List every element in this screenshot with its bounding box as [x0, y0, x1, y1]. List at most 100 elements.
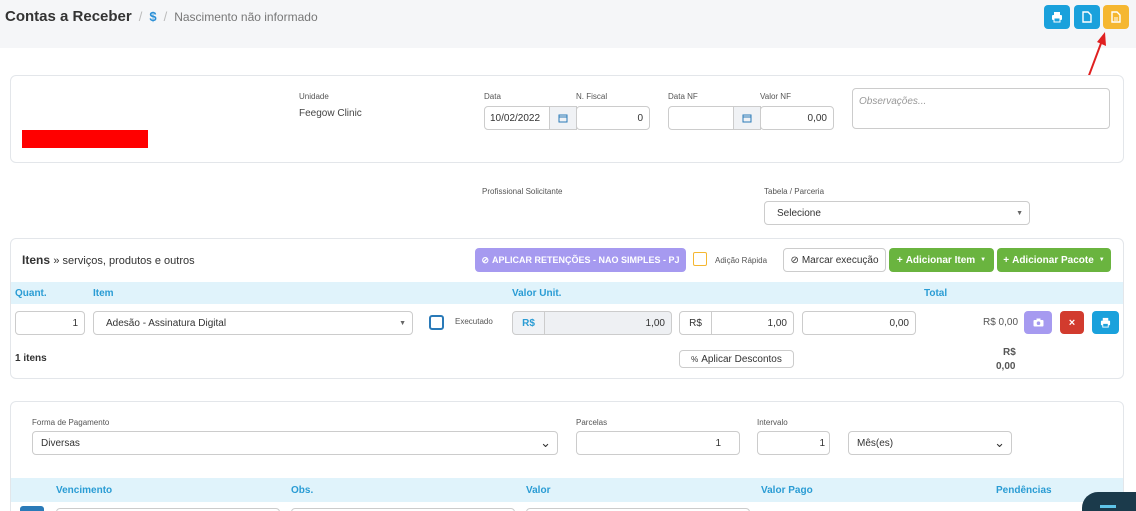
col-pendencias: Pendências	[996, 485, 1052, 496]
unit-value: 1,00	[645, 317, 665, 329]
observacoes-textarea[interactable]: Observações...	[852, 88, 1110, 129]
items-count: 1 itens	[15, 353, 47, 364]
print-row-button[interactable]	[1092, 311, 1119, 334]
apply-retention-button[interactable]: ⊘ APLICAR RETENÇÕES - NAO SIMPLES - PJ	[475, 248, 686, 272]
print-button[interactable]	[1044, 5, 1070, 29]
col-item: Item	[93, 288, 114, 299]
caret-down-icon: ▼	[1098, 257, 1105, 263]
print-icon	[1100, 317, 1111, 328]
items-title: Itens	[22, 253, 51, 267]
installments-header	[11, 478, 1123, 502]
dollar-icon[interactable]: $	[149, 9, 156, 24]
qty-input[interactable]: 1	[15, 311, 85, 335]
datanf-calendar-button[interactable]	[733, 106, 761, 130]
value-2: 1,00	[767, 317, 787, 329]
periodo-value: Mês(es)	[857, 437, 894, 449]
add-item-button[interactable]: + Adicionar Item ▼	[889, 248, 994, 272]
remove-button[interactable]: ×	[1060, 311, 1084, 334]
apply-retention-label: APLICAR RETENÇÕES - NAO SIMPLES - PJ	[492, 255, 680, 265]
observacoes-placeholder: Observações...	[859, 96, 927, 107]
breadcrumb-separator: /	[138, 9, 143, 24]
intervalo-input[interactable]: 1	[757, 431, 830, 455]
quick-add-checkbox[interactable]	[693, 252, 707, 266]
chat-icon	[1100, 505, 1116, 508]
add-package-button[interactable]: + Adicionar Pacote ▼	[997, 248, 1111, 272]
col-obs: Obs.	[291, 485, 314, 496]
data-calendar-button[interactable]	[549, 106, 577, 130]
qty-value: 1	[72, 317, 78, 329]
item-select[interactable]: Adesão - Assinatura Digital ▼	[93, 311, 413, 335]
breadcrumb-patient: Nascimento não informado	[174, 9, 318, 24]
grand-total-value: 0,00	[996, 361, 1016, 372]
nfiscal-input[interactable]: 0	[576, 106, 650, 130]
nfiscal-label: N. Fiscal	[576, 92, 608, 101]
chat-widget-button[interactable]	[1082, 492, 1136, 511]
discount-input[interactable]: 0,00	[802, 311, 916, 335]
plus-icon: +	[1003, 254, 1010, 266]
parcelas-value: 1	[715, 437, 721, 449]
executed-checkbox[interactable]	[429, 315, 444, 330]
calendar-icon	[742, 114, 752, 123]
items-heading: Itens » serviços, produtos e outros	[22, 253, 195, 267]
caret-down-icon: ▼	[980, 257, 987, 263]
breadcrumb: Contas a Receber / $ / Nascimento não in…	[5, 8, 318, 25]
print-icon	[1052, 12, 1062, 23]
mark-execution-button[interactable]: ⊘ Marcar execução	[783, 248, 886, 272]
executed-label: Executado	[455, 317, 493, 326]
col-qty: Quant.	[15, 288, 47, 299]
receipt-button[interactable]	[1103, 5, 1129, 29]
page-title: Contas a Receber	[5, 8, 132, 25]
datanf-field[interactable]	[668, 106, 734, 130]
currency-addon: R$	[512, 311, 545, 335]
forma-select[interactable]: Diversas ⌄	[32, 431, 558, 455]
tabela-select[interactable]: Selecione ▼	[764, 201, 1030, 225]
valornf-input[interactable]: 0,00	[760, 106, 834, 130]
valornf-label: Valor NF	[760, 92, 791, 101]
parcelas-input[interactable]: 1	[576, 431, 740, 455]
add-package-label: Adicionar Pacote	[1012, 254, 1094, 266]
data-label: Data	[484, 92, 501, 101]
valornf-value: 0,00	[807, 112, 827, 124]
row-total: R$ 0,00	[983, 317, 1019, 328]
currency-label-2: R$	[689, 317, 702, 329]
value-input-2[interactable]: 1,00	[711, 311, 794, 335]
forma-value: Diversas	[41, 437, 80, 449]
close-icon: ×	[1068, 316, 1076, 329]
profissional-label: Profissional Solicitante	[482, 187, 563, 196]
file-icon	[1082, 11, 1092, 23]
unidade-value: Feegow Clinic	[299, 108, 362, 119]
tabela-value: Selecione	[777, 207, 821, 219]
check-circle-icon: ⊘	[790, 254, 799, 266]
check-circle-icon: ⊘	[481, 254, 489, 265]
data-value: 10/02/2022	[490, 112, 541, 124]
items-subtitle: » serviços, produtos e outros	[53, 255, 195, 267]
breadcrumb-separator: /	[163, 9, 168, 24]
intervalo-label: Intervalo	[757, 418, 788, 427]
camera-button[interactable]	[1024, 311, 1052, 334]
forma-label: Forma de Pagamento	[32, 418, 110, 427]
periodo-select[interactable]: Mês(es) ⌄	[848, 431, 1012, 455]
col-valor-pago: Valor Pago	[761, 485, 813, 496]
chevron-down-icon: ▼	[1016, 209, 1023, 217]
data-field[interactable]: 10/02/2022	[484, 106, 550, 130]
col-unit-value: Valor Unit.	[512, 288, 562, 299]
document-button[interactable]	[1074, 5, 1100, 29]
grand-total-currency: R$	[1003, 347, 1016, 358]
apply-discounts-label: Aplicar Descontos	[701, 353, 782, 365]
col-valor: Valor	[526, 485, 551, 496]
currency-label: R$	[522, 317, 535, 329]
redacted-patient-name	[22, 130, 148, 148]
nfiscal-value: 0	[637, 112, 643, 124]
installment-row-checkbox[interactable]	[20, 506, 44, 511]
plus-icon: +	[896, 254, 903, 266]
col-vencimento: Vencimento	[56, 485, 113, 496]
parcelas-label: Parcelas	[576, 418, 608, 427]
apply-discounts-button[interactable]: % Aplicar Descontos	[679, 350, 794, 368]
item-value: Adesão - Assinatura Digital	[106, 317, 227, 329]
unit-value-input: 1,00	[544, 311, 672, 335]
file-text-icon	[1111, 11, 1121, 23]
items-table-header	[11, 282, 1123, 304]
currency-addon-2: R$	[679, 311, 712, 335]
tabela-label: Tabela / Parceria	[764, 187, 825, 196]
col-total: Total	[924, 288, 948, 299]
